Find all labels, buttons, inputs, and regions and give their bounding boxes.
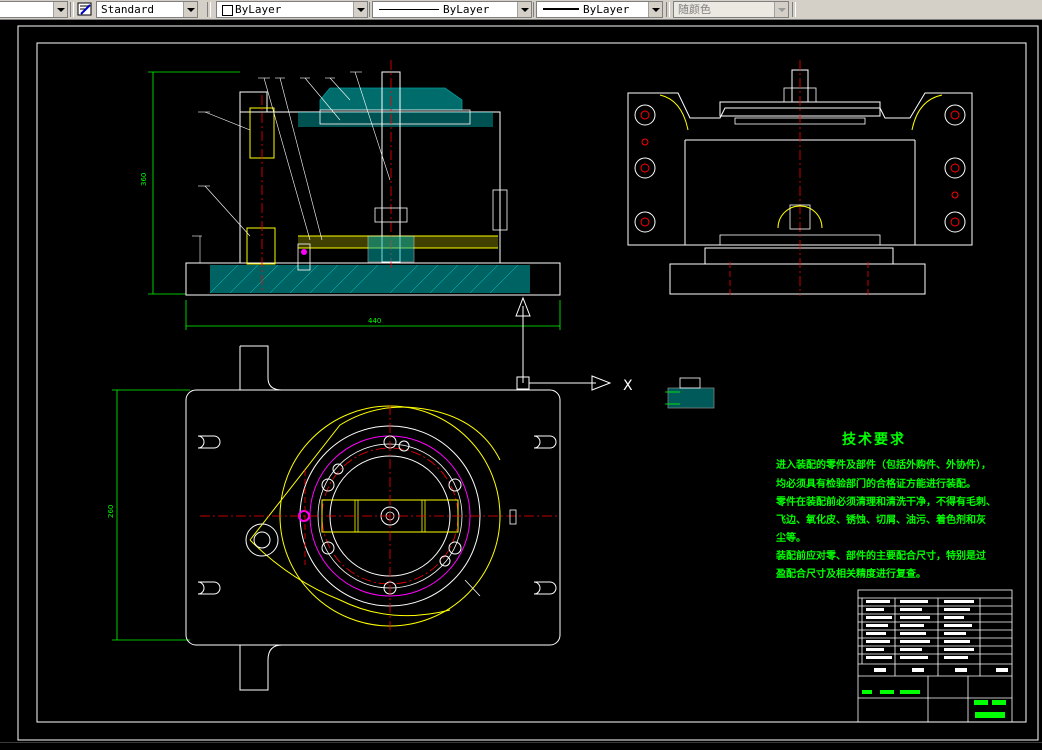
side-view[interactable] [627, 60, 973, 296]
text-style-value: Standard [101, 3, 154, 16]
tech-requirement-line: 均必须具有检验部门的合格证方能进行装配。 [776, 479, 976, 490]
title-block-green-marks [862, 690, 1006, 718]
svg-text:260: 260 [107, 505, 115, 518]
title-block-text-marks [866, 600, 1008, 672]
chevron-down-icon [183, 2, 197, 17]
plot-style-dropdown[interactable]: 随颜色 [673, 1, 789, 18]
drawing-canvas[interactable]: 360 440 X 260 技术要求 进入装配的零件及部件（包括外购件、外协件）… [0, 20, 1042, 750]
ucs-icon: X [515, 296, 633, 394]
tech-requirement-line: 进入装配的零件及部件（包括外购件、外协件）， [776, 460, 991, 471]
linetype-sample-icon [379, 9, 439, 10]
properties-toolbar: Standard ByLayer ByLayer ByLayer 随颜色 [0, 0, 1042, 20]
plot-style-value: 随颜色 [678, 3, 711, 16]
lineweight-sample-icon [543, 8, 579, 10]
top-view[interactable]: 260 [107, 345, 561, 691]
tech-requirement-line: 装配前应对零、部件的主要配合尺寸，特别是过 [776, 551, 986, 562]
chevron-down-icon [53, 2, 67, 17]
front-section-view[interactable]: 360 440 [140, 60, 561, 330]
lineweight-value: ByLayer [583, 3, 630, 16]
svg-text:440: 440 [368, 317, 381, 325]
chevron-down-icon [517, 2, 531, 17]
toolbar-separator [792, 2, 796, 17]
linetype-value: ByLayer [443, 3, 490, 16]
chevron-down-icon [648, 2, 662, 17]
chevron-down-icon [353, 2, 367, 17]
tech-requirement-line: 零件在装配前必须清理和清洗干净，不得有毛刺、 [776, 497, 996, 508]
text-style-icon[interactable] [77, 2, 93, 17]
status-strip [0, 742, 1042, 750]
color-swatch-icon [222, 5, 233, 16]
cad-drawing[interactable]: 360 440 X 260 [0, 20, 1042, 750]
chevron-down-icon [774, 2, 788, 17]
toolbar-separator [207, 2, 211, 17]
previous-dropdown[interactable] [0, 1, 68, 18]
text-style-dropdown[interactable]: Standard [96, 1, 198, 18]
svg-text:360: 360 [140, 173, 148, 186]
tech-requirement-line: 尘等。 [776, 533, 806, 544]
ucs-x-label: X [623, 378, 633, 394]
tech-requirements-title: 技术要求 [842, 432, 906, 448]
detail-view[interactable] [665, 377, 715, 409]
toolbar-separator [70, 2, 74, 17]
tech-requirement-line: 飞边、氧化皮、锈蚀、切屑、油污、着色剂和灰 [776, 515, 986, 526]
layer-color-value: ByLayer [235, 3, 282, 16]
linetype-dropdown[interactable]: ByLayer [372, 1, 532, 18]
lineweight-dropdown[interactable]: ByLayer [536, 1, 663, 18]
tech-requirement-line: 盈配合尺寸及相关精度进行复查。 [776, 569, 926, 580]
toolbar-separator [666, 2, 670, 17]
layer-color-dropdown[interactable]: ByLayer [216, 1, 368, 18]
